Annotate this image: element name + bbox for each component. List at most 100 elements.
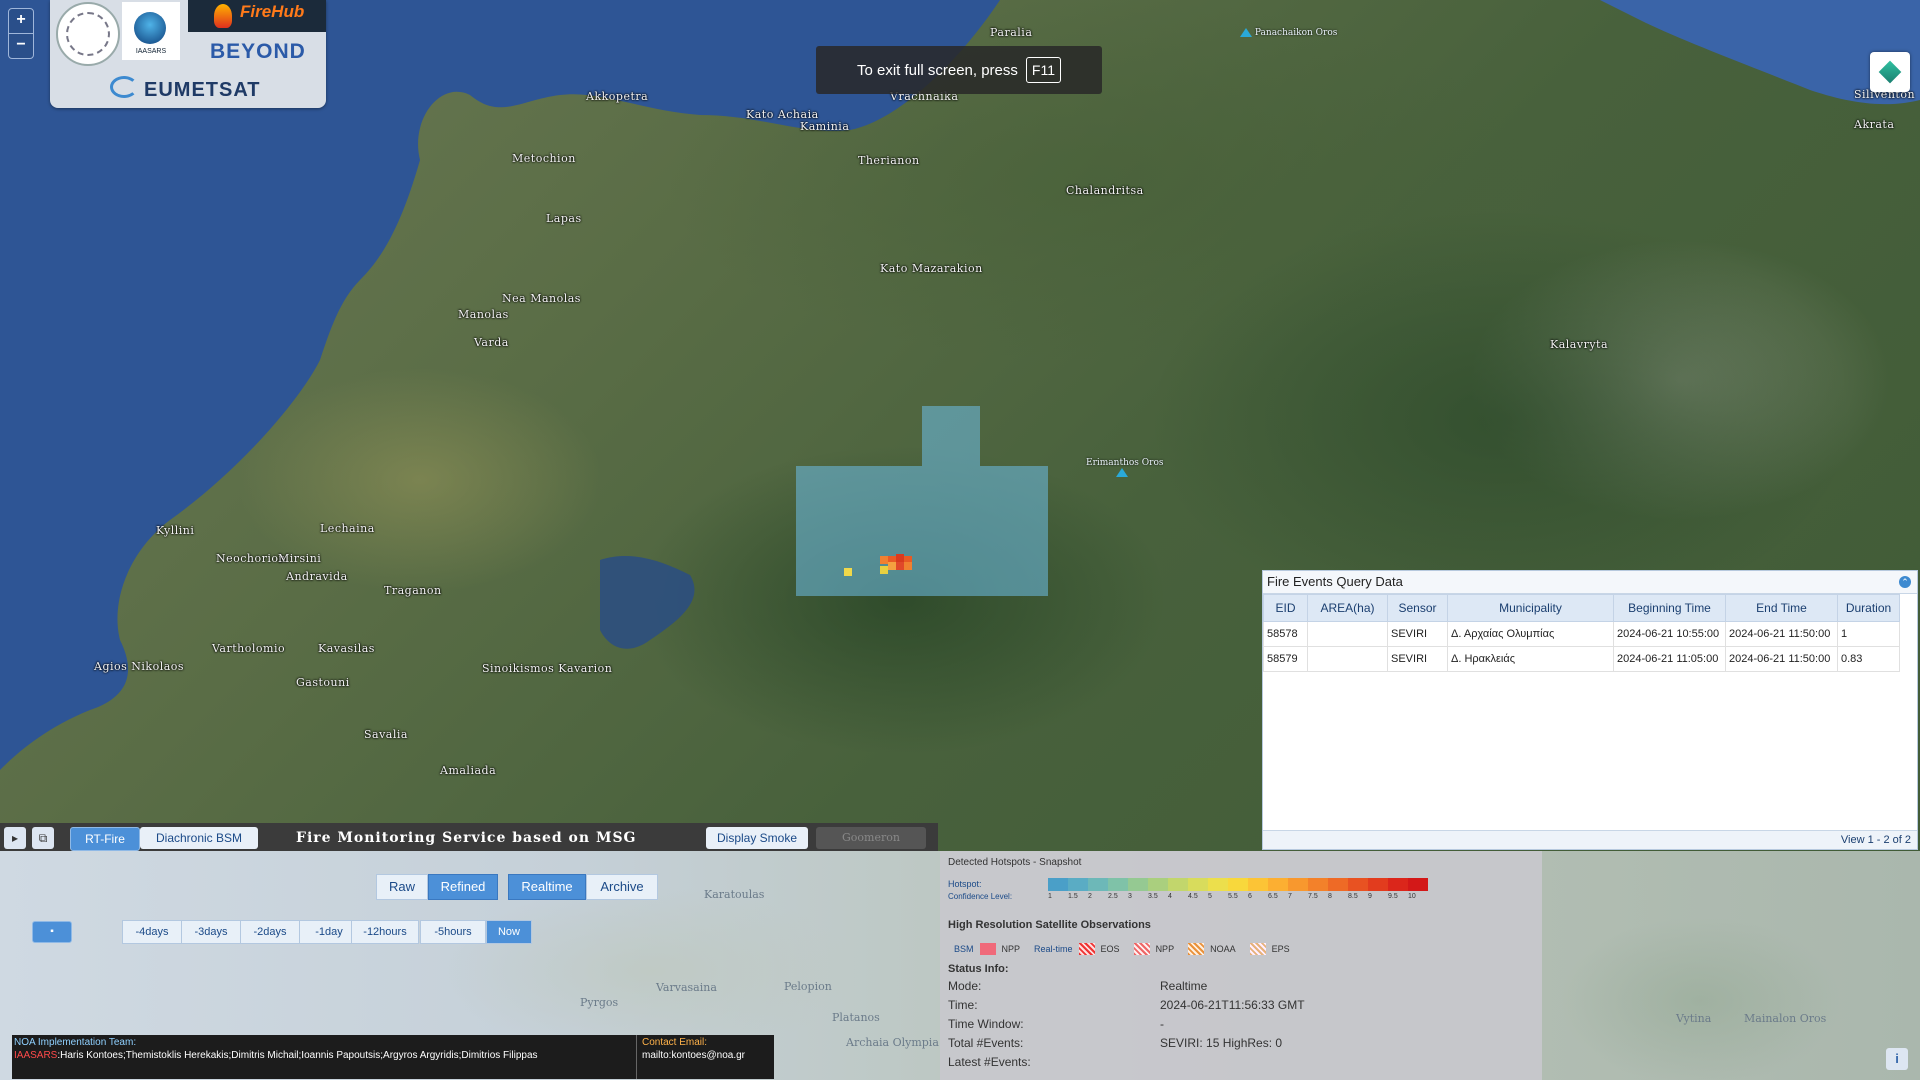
realtime-button[interactable]: Realtime <box>508 874 586 900</box>
confidence-swatch <box>1388 878 1408 891</box>
column-header[interactable]: Sensor <box>1387 594 1448 622</box>
fire-overlay[interactable] <box>796 406 1056 606</box>
status-label: Time Window: <box>948 1017 1024 1031</box>
column-header[interactable]: Beginning Time <box>1613 594 1726 622</box>
team-org: IAASARS <box>14 1050 58 1061</box>
contact-email-link[interactable]: mailto:kontoes@noa.gr <box>642 1050 745 1061</box>
column-header[interactable]: Duration <box>1837 594 1900 622</box>
hotspot-coverage-area <box>796 466 1048 596</box>
time-step-button[interactable]: -5hours <box>420 920 486 944</box>
confidence-level-label: 9 <box>1368 893 1372 900</box>
place-label: Kyllini <box>156 524 195 537</box>
diachronic-bsm-button[interactable]: Diachronic BSM <box>140 827 258 849</box>
status-row: Latest #Events: <box>948 1055 1532 1074</box>
fullscreen-key: F11 <box>1025 57 1061 83</box>
bottom-place-label: Varvasaina <box>656 981 717 994</box>
table-cell: 0.83 <box>1837 646 1900 672</box>
zoom-out-button[interactable]: − <box>9 33 33 58</box>
confidence-level-label: 3 <box>1128 893 1132 900</box>
place-label: Nea Manolas <box>502 292 581 305</box>
high-res-title: High Resolution Satellite Observations <box>948 919 1151 931</box>
table-header-row: EID AREA(ha) Sensor Municipality Beginning T… <box>1263 594 1900 622</box>
status-label: Latest #Events: <box>948 1055 1031 1069</box>
time-step-button[interactable]: -1day <box>299 920 359 944</box>
place-label: Lechaina <box>320 522 375 535</box>
eps-swatch <box>1249 943 1266 955</box>
npp2-label: NPP <box>1155 944 1175 954</box>
place-label: Kaminia <box>800 120 850 133</box>
peak-marker: Erimanthos Oros <box>1086 458 1163 478</box>
iaasars-logo: IAASARS <box>122 2 180 60</box>
pointer-tool-button[interactable]: ▸ <box>4 827 26 849</box>
bottom-place-label: Pyrgos <box>580 996 619 1009</box>
table-row[interactable]: 58578 SEVIRI Δ. Αρχαίας Ολυμπίας 2024-06-21… <box>1263 621 1900 647</box>
confidence-swatch <box>1268 878 1288 891</box>
eos-swatch <box>1078 943 1095 955</box>
iaasars-logo-text: IAASARS <box>135 48 167 55</box>
raw-button[interactable]: Raw <box>376 874 428 900</box>
time-step-button[interactable]: -12hours <box>351 920 419 944</box>
refined-button[interactable]: Refined <box>428 874 498 900</box>
confidence-level-label: 2.5 <box>1108 893 1118 900</box>
time-step-button[interactable]: -2days <box>240 920 300 944</box>
bottom-place-label: Vytina <box>1676 1012 1712 1025</box>
time-slider-handle[interactable]: ▪ <box>32 921 72 943</box>
column-header[interactable]: AREA(ha) <box>1307 594 1388 622</box>
hotspot-cell <box>844 568 852 576</box>
eumetsat-logo-text: EUMETSAT <box>144 79 261 101</box>
confidence-level-label: 6.5 <box>1268 893 1278 900</box>
confidence-swatch <box>1248 878 1268 891</box>
bottom-place-label: Mainalon Oros <box>1744 1012 1827 1025</box>
rt-fire-button[interactable]: RT-Fire <box>70 827 140 851</box>
status-label: Mode: <box>948 979 982 993</box>
table-cell: 1 <box>1837 621 1900 647</box>
query-panel-header: Fire Events Query Data ⌃ <box>1263 571 1917 594</box>
column-header[interactable]: EID <box>1263 594 1308 622</box>
table-cell: 2024-06-21 10:55:00 <box>1613 621 1726 647</box>
status-value: SEVIRI: 15 HighRes: 0 <box>1160 1036 1283 1050</box>
status-label: Total #Events: <box>948 1036 1024 1050</box>
hotspot-cell <box>880 566 888 574</box>
status-title: Status Info: <box>948 963 1009 975</box>
place-label: Vartholomio <box>212 642 286 655</box>
confidence-level-label: 3.5 <box>1148 893 1158 900</box>
collapse-icon[interactable]: ⌃ <box>1899 576 1911 588</box>
place-label: Andravida <box>286 570 348 583</box>
triangle-icon <box>1116 468 1128 477</box>
confidence-swatch <box>1328 878 1348 891</box>
table-cell: Δ. Ηρακλειάς <box>1447 646 1614 672</box>
window-tool-button[interactable]: ⧉ <box>32 827 54 849</box>
time-step-button[interactable]: Now <box>486 920 532 944</box>
place-label: Mirsini <box>278 552 322 565</box>
archive-button[interactable]: Archive <box>586 874 658 900</box>
goomeron-button[interactable]: Goomeron <box>816 827 926 849</box>
bottom-place-label: Karatoulas <box>704 888 765 901</box>
eumetsat-logo: EUMETSAT <box>110 76 261 102</box>
bsm-label: BSM <box>954 944 974 954</box>
status-value: 2024-06-21T11:56:33 GMT <box>1160 998 1305 1012</box>
confidence-level-label: 5.5 <box>1228 893 1238 900</box>
table-row[interactable]: 58579 SEVIRI Δ. Ηρακλειάς 2024-06-21 11:05:… <box>1263 646 1900 672</box>
time-step-button[interactable]: -4days <box>122 920 182 944</box>
time-step-button[interactable]: -3days <box>181 920 241 944</box>
column-header[interactable]: End Time <box>1725 594 1838 622</box>
confidence-swatch <box>1088 878 1108 891</box>
realtime-label: Real-time <box>1034 944 1073 954</box>
peak-marker: Panachaikon Oros <box>1240 28 1337 38</box>
confidence-scale <box>1048 878 1428 891</box>
hotspot-legend-panel: Detected Hotspots - Snapshot Hotspot: Co… <box>940 851 1542 1080</box>
confidence-level-label: 1.5 <box>1068 893 1078 900</box>
high-res-legend-row: BSM NPP Real-time EOS NPP NOAA EPS <box>954 943 1290 955</box>
display-smoke-button[interactable]: Display Smoke <box>706 827 808 849</box>
table-cell: SEVIRI <box>1387 646 1448 672</box>
status-row: Time Window: - <box>948 1017 1532 1036</box>
column-header[interactable]: Municipality <box>1447 594 1614 622</box>
confidence-swatch <box>1208 878 1228 891</box>
bottom-place-label: Platanos <box>832 1011 880 1024</box>
info-icon[interactable]: i <box>1886 1048 1908 1070</box>
confidence-swatch <box>1108 878 1128 891</box>
place-label: Metochion <box>512 152 576 165</box>
layer-switcher-button[interactable] <box>1870 52 1910 92</box>
zoom-in-button[interactable]: + <box>9 9 33 33</box>
confidence-swatch <box>1148 878 1168 891</box>
